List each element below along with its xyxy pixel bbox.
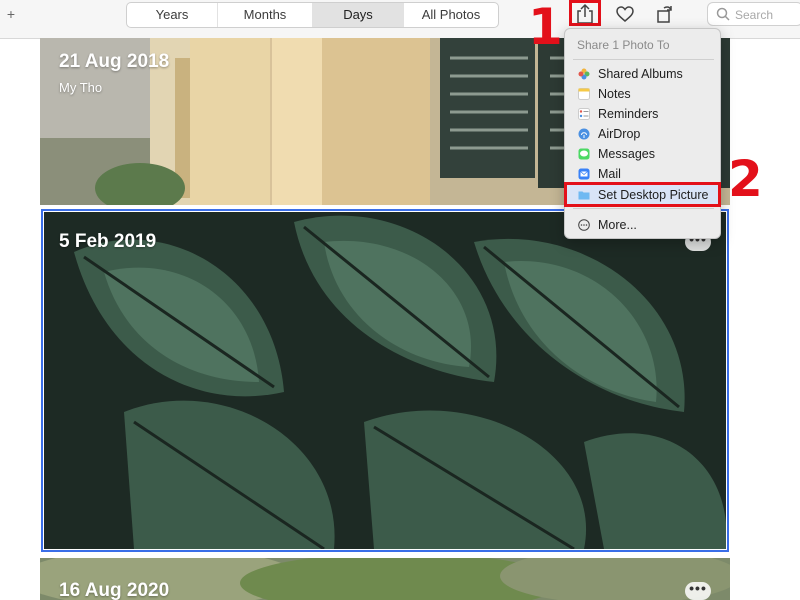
menu-item-label: Shared Albums [598,67,683,81]
menu-item-label: Reminders [598,107,659,121]
more-options-button[interactable]: ••• [685,581,711,600]
share-menu: Share 1 Photo To Shared Albums Notes Rem… [564,28,721,239]
photo-card-2020[interactable]: 16 Aug 2020 ••• [40,558,730,600]
step2-highlight-box [564,182,721,207]
reminders-icon [578,108,590,120]
tab-years[interactable]: Years [127,3,218,27]
menu-item-messages[interactable]: Messages [565,144,720,164]
photo-date: 16 Aug 2020 [59,580,170,600]
airdrop-icon [578,128,590,140]
menu-item-label: Messages [598,147,655,161]
selected-photo-outline [41,209,729,552]
view-segmented-control: Years Months Days All Photos [126,2,499,28]
mail-icon [578,168,590,180]
menu-item-more[interactable]: More... [565,215,720,235]
search-placeholder: Search [735,8,774,22]
step1-highlight-box [569,0,601,26]
menu-item-airdrop[interactable]: AirDrop [565,124,720,144]
menu-item-label: AirDrop [598,127,641,141]
menu-item-label: Notes [598,87,631,101]
menu-item-label: More... [598,218,637,232]
menu-item-reminders[interactable]: Reminders [565,104,720,124]
photos-icon [578,68,590,80]
menu-item-notes[interactable]: Notes [565,84,720,104]
heart-icon [616,6,634,22]
menu-item-shared-albums[interactable]: Shared Albums [565,64,720,84]
photo-date: 21 Aug 2018 [59,51,170,72]
search-icon [716,7,730,21]
messages-icon [578,148,590,160]
search-input[interactable]: Search [707,2,800,26]
menu-divider [573,208,714,209]
menu-item-mail[interactable]: Mail [565,164,720,184]
menu-item-label: Mail [598,167,621,181]
notes-icon [578,88,590,100]
tab-days[interactable]: Days [313,3,404,27]
photo-location: My Tho [59,80,103,95]
rotate-icon [657,6,672,23]
step-2-annotation: 2 [728,150,763,208]
share-menu-header: Share 1 Photo To [577,38,670,52]
add-button[interactable]: + [5,6,17,22]
menu-divider [573,59,714,60]
rotate-button[interactable] [654,4,676,24]
favorite-button[interactable] [614,4,636,24]
step-1-annotation: 1 [528,0,563,56]
tab-all-photos[interactable]: All Photos [404,3,498,27]
tab-months[interactable]: Months [218,3,313,27]
ellipsis-circle-icon [578,219,590,231]
